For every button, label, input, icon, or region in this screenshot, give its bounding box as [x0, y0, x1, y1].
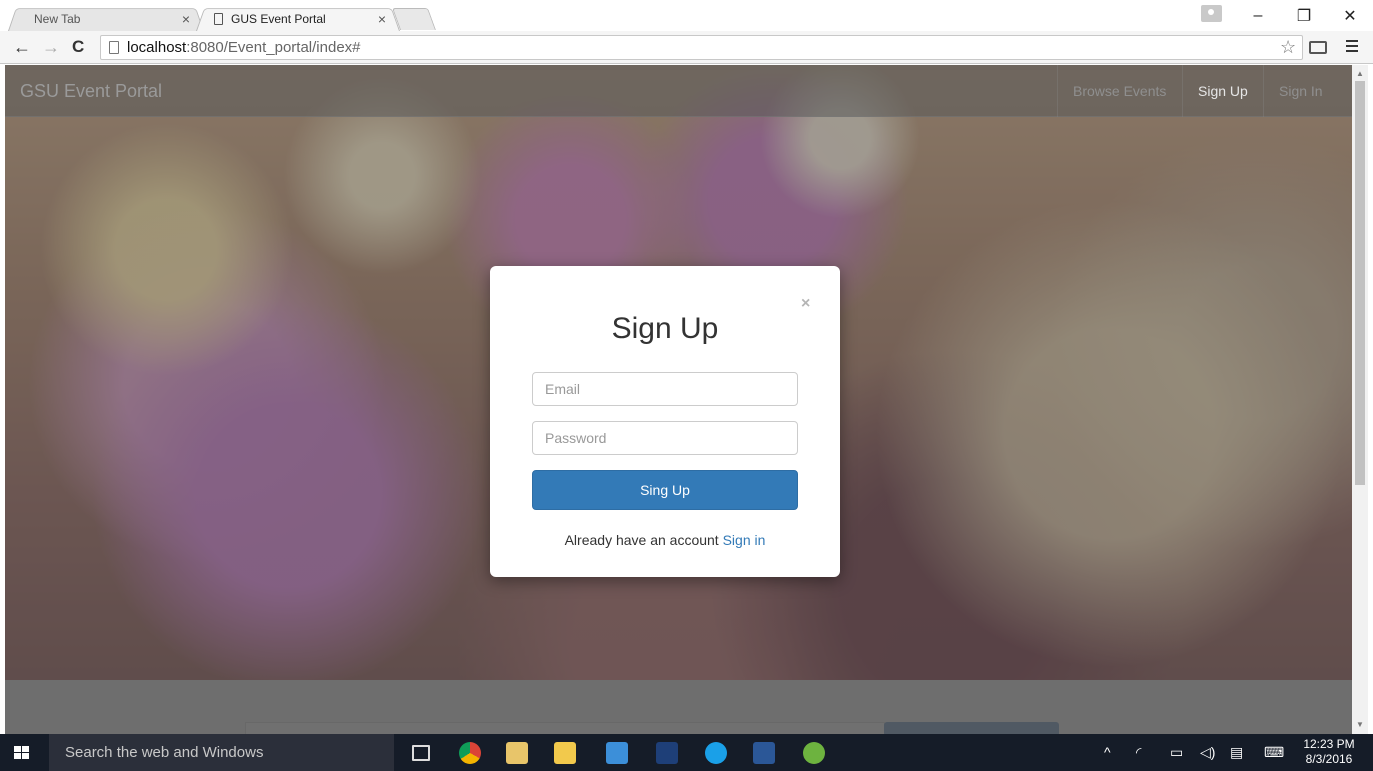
scroll-thumb[interactable]	[1355, 81, 1365, 485]
battery-icon[interactable]: ▭	[1170, 744, 1183, 761]
browser-toolbar: ← → C localhost :8080/Event_portal/index…	[0, 31, 1373, 64]
tab-close-icon[interactable]: ×	[182, 11, 190, 27]
page-icon	[109, 41, 119, 54]
clock-date: 8/3/2016	[1305, 752, 1353, 766]
skype-icon[interactable]	[705, 742, 727, 764]
spring-tool-icon[interactable]	[803, 742, 825, 764]
chrome-icon[interactable]	[459, 742, 481, 764]
scroll-down-icon[interactable]: ▼	[1356, 720, 1364, 729]
url-path: :8080/Event_portal/index#	[186, 39, 361, 56]
restore-icon[interactable]: ❐	[1281, 6, 1327, 26]
file-explorer-icon[interactable]	[554, 742, 576, 764]
scroll-up-icon[interactable]: ▲	[1356, 69, 1364, 78]
close-window-icon[interactable]: ✕	[1327, 6, 1373, 26]
taskbar-clock[interactable]: 12:23 PM 8/3/2016	[1300, 737, 1358, 767]
signin-link[interactable]: Sign in	[723, 532, 766, 548]
minimize-icon[interactable]: –	[1235, 7, 1281, 25]
address-bar[interactable]: localhost :8080/Event_portal/index#	[100, 35, 1303, 60]
email-field[interactable]	[532, 372, 798, 406]
task-view-icon[interactable]	[412, 745, 430, 761]
url-host: localhost	[127, 39, 187, 56]
tab-gus-event-portal[interactable]: GUS Event Portal ×	[196, 6, 400, 32]
profile-icon[interactable]	[1201, 5, 1222, 22]
taskbar-search-input[interactable]: Search the web and Windows	[49, 734, 394, 771]
cast-icon[interactable]	[1309, 41, 1327, 54]
forward-icon[interactable]: →	[42, 37, 60, 58]
scrollbar[interactable]: ▲ ▼	[1352, 65, 1368, 734]
nav-sign-up[interactable]: Sign Up	[1182, 65, 1263, 117]
menu-icon[interactable]	[1346, 40, 1358, 55]
tab-close-icon[interactable]: ×	[378, 11, 386, 27]
app-icon[interactable]	[656, 742, 678, 764]
notifications-icon[interactable]: ▤	[1230, 744, 1243, 761]
volume-icon[interactable]: ◁)	[1200, 744, 1215, 761]
windows-start-icon[interactable]	[14, 746, 30, 760]
wifi-icon[interactable]: ◜	[1136, 744, 1141, 761]
clock-time: 12:23 PM	[1303, 737, 1355, 751]
brand-link[interactable]: GSU Event Portal	[20, 81, 162, 102]
tab-title: GUS Event Portal	[231, 11, 326, 26]
bookmark-star-icon[interactable]: ☆	[1280, 37, 1296, 58]
browser-tabstrip: New Tab × GUS Event Portal × – ❐ ✕	[0, 0, 1373, 32]
signup-submit-button[interactable]: Sing Up	[532, 470, 798, 510]
store-icon[interactable]	[606, 742, 628, 764]
nav-browse-events[interactable]: Browse Events	[1057, 65, 1181, 117]
nav-sign-in[interactable]: Sign In	[1263, 65, 1338, 117]
account-prompt-text: Already have an account	[564, 532, 719, 548]
keyboard-icon[interactable]: ⌨	[1264, 744, 1284, 761]
word-icon[interactable]	[753, 742, 775, 764]
close-icon[interactable]: ×	[801, 295, 810, 313]
tray-chevron-icon[interactable]: ^	[1104, 744, 1111, 760]
tab-title: New Tab	[34, 11, 81, 26]
window-controls: – ❐ ✕	[1235, 0, 1373, 31]
tab-new-tab[interactable]: New Tab ×	[8, 6, 204, 32]
weather-icon[interactable]	[506, 742, 528, 764]
signin-prompt: Already have an account Sign in	[490, 532, 840, 548]
reload-icon[interactable]: C	[72, 37, 84, 57]
signup-modal: × Sign Up Sing Up Already have an accoun…	[490, 266, 840, 577]
modal-title: Sign Up	[611, 312, 719, 345]
back-icon[interactable]: ←	[13, 37, 31, 58]
site-navbar: GSU Event Portal Browse Events Sign Up S…	[5, 65, 1352, 117]
page-icon	[214, 12, 223, 25]
password-field[interactable]	[532, 421, 798, 455]
windows-taskbar: Search the web and Windows ^ ◜ ▭ ◁) ▤ ⌨ …	[0, 734, 1373, 771]
